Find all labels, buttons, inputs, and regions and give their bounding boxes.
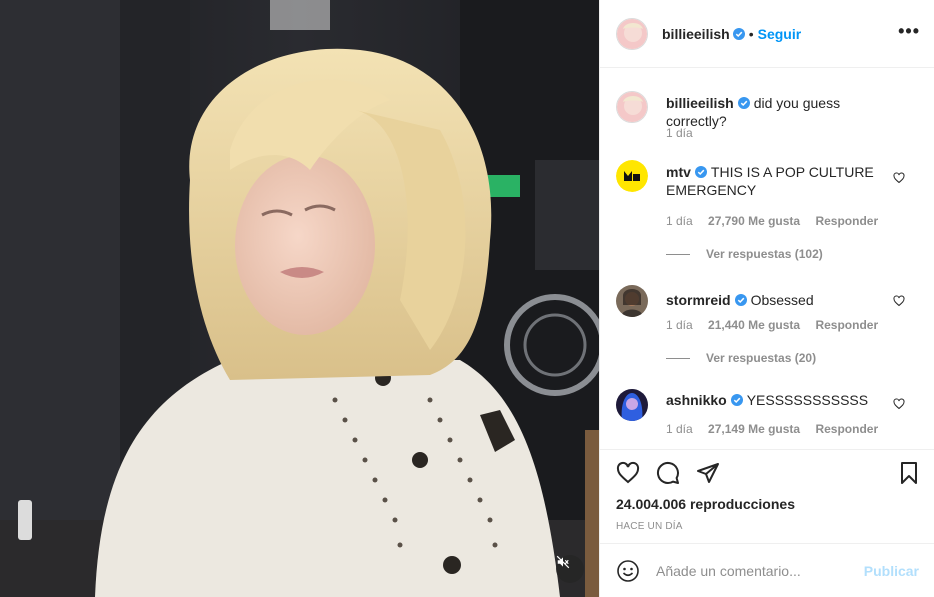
author-username[interactable]: billieeilish (662, 26, 730, 42)
mtv-logo-avatar (616, 160, 648, 192)
reply-button[interactable]: Responder (815, 422, 878, 436)
action-icons (616, 461, 736, 485)
post-timestamp[interactable]: HACE UN DÍA (616, 521, 683, 532)
comment-time[interactable]: 1 día (666, 422, 693, 436)
comment-bubble-icon (656, 461, 679, 484)
paper-plane-icon (697, 463, 719, 483)
comment-meta: 1 día 27,790 Me gusta Responder (666, 214, 890, 228)
like-button[interactable] (616, 461, 640, 485)
heart-icon (616, 461, 640, 484)
view-replies-button[interactable]: Ver respuestas (20) (666, 351, 816, 365)
more-options-button[interactable]: ••• (898, 22, 920, 40)
comment-body: stormreid Obsessed (666, 291, 896, 309)
comment-meta: 1 día 27,149 Me gusta Responder (666, 422, 890, 436)
publish-button[interactable]: Publicar (864, 563, 919, 579)
commenter-avatar[interactable] (616, 160, 648, 192)
post-video[interactable] (0, 0, 599, 597)
comment-time[interactable]: 1 día (666, 214, 693, 228)
share-button[interactable] (696, 461, 720, 485)
comment-username[interactable]: ashnikko (666, 392, 727, 408)
verified-badge-icon (694, 166, 707, 178)
stormreid-avatar-image (616, 285, 648, 317)
view-replies-label: Ver respuestas (102) (706, 247, 823, 261)
caption-time[interactable]: 1 día (666, 126, 693, 140)
reply-button[interactable]: Responder (815, 214, 878, 228)
commenter-avatar[interactable] (616, 389, 648, 421)
comment-body: ashnikko YESSSSSSSSSSS (666, 391, 896, 409)
caption-avatar[interactable] (616, 91, 648, 123)
caption-body: billieeilish did you guess correctly? (666, 94, 896, 130)
verified-badge-icon (732, 27, 745, 40)
comments-list: billieeilish did you guess correctly? 1 d… (600, 69, 934, 449)
comment-likes[interactable]: 27,790 Me gusta (708, 214, 800, 228)
verified-badge-icon (737, 97, 750, 109)
replies-divider-line (666, 357, 690, 359)
comment-input[interactable] (656, 562, 856, 579)
verified-badge-icon (734, 294, 747, 306)
separator-dot: • (748, 25, 754, 42)
ashnikko-avatar-image (616, 389, 648, 421)
muted-speaker-icon (556, 555, 570, 569)
like-comment-heart-icon[interactable] (893, 295, 905, 307)
replies-divider-line (666, 253, 690, 255)
comment-text: YESSSSSSSSSSS (746, 392, 869, 408)
author-avatar-image (617, 18, 647, 49)
comment-button[interactable] (656, 461, 680, 485)
follow-button[interactable]: Seguir (758, 26, 802, 42)
emoji-icon[interactable] (616, 559, 640, 583)
view-replies-label: Ver respuestas (20) (706, 351, 817, 365)
commenter-avatar[interactable] (616, 285, 648, 317)
author-avatar[interactable] (616, 17, 648, 50)
like-comment-heart-icon[interactable] (893, 398, 905, 410)
verified-badge-icon (730, 394, 743, 406)
comment-meta: 1 día 21,440 Me gusta Responder (666, 318, 890, 332)
comment-likes[interactable]: 21,440 Me gusta (708, 318, 800, 332)
comment-username[interactable]: mtv (666, 164, 691, 180)
comment-time[interactable]: 1 día (666, 318, 693, 332)
video-frame (0, 0, 599, 597)
comment-username[interactable]: stormreid (666, 292, 731, 308)
comment-body: mtv THIS IS A POP CULTURE EMERGENCY (666, 163, 896, 199)
post-header: billieeilish • Seguir ••• (600, 0, 934, 68)
caption-username[interactable]: billieeilish (666, 95, 734, 111)
caption-meta: 1 día (666, 126, 705, 140)
comment-composer: Publicar (600, 543, 934, 597)
like-comment-heart-icon[interactable] (893, 172, 905, 184)
caption-avatar-image (617, 92, 647, 122)
post-actions: 24.004.006 reproducciones HACE UN DÍA (600, 449, 934, 543)
comment-likes[interactable]: 27,149 Me gusta (708, 422, 800, 436)
bookmark-icon[interactable] (897, 461, 921, 485)
reply-button[interactable]: Responder (815, 318, 878, 332)
view-replies-button[interactable]: Ver respuestas (102) (666, 247, 823, 261)
mute-toggle-button[interactable] (556, 555, 584, 583)
comment-text: Obsessed (750, 292, 814, 308)
view-count[interactable]: 24.004.006 reproducciones (616, 496, 795, 512)
post-details-panel: billieeilish • Seguir ••• billieeilish di… (599, 0, 934, 597)
